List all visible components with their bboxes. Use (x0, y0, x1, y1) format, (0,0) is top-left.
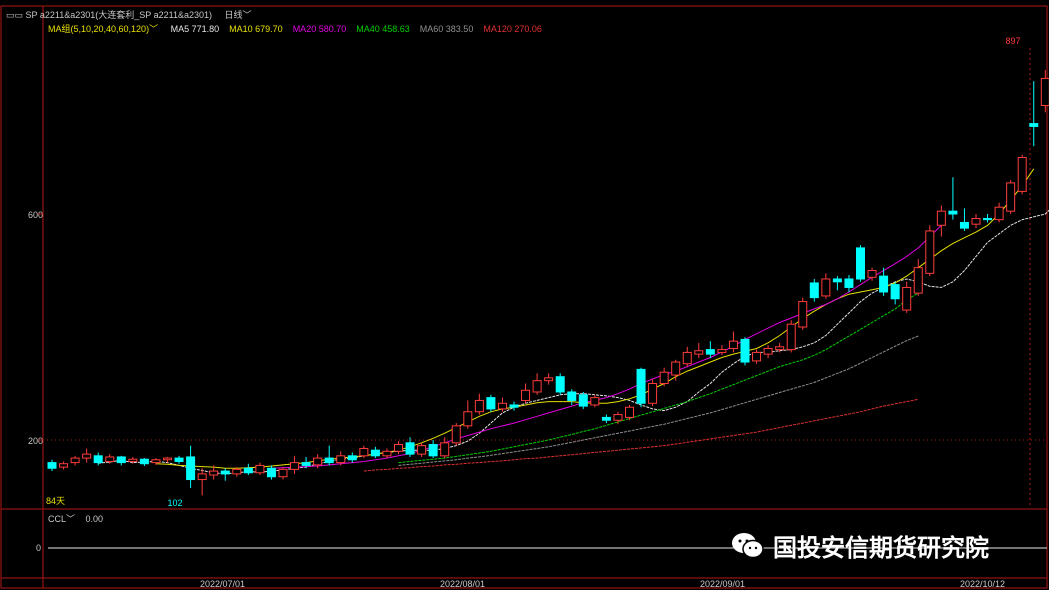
ma-group-label: MA组(5,10,20,40,60,120) (48, 24, 150, 34)
day-count-label: 84天 (46, 496, 65, 506)
watermark: 国投安信期货研究院 (731, 528, 989, 563)
candlestick-chart: 600 200 2022/07/01 2022/08/01 2022/09/01… (0, 0, 1049, 590)
y-tick-label: 600 (28, 210, 43, 220)
ma-values: MA5 771.80 MA10 679.70 MA20 580.70 MA40 458… (161, 24, 542, 34)
symbol-label: SP a2211&a2301(大连套利_SP a2211&a2301) (25, 10, 212, 20)
period-selector[interactable]: 日线﹀ (225, 10, 252, 20)
ma-value-ma10: MA10 679.70 (229, 24, 283, 34)
ma-legend: MA组(5,10,20,40,60,120)﹀ MA5 771.80 MA10 6… (48, 22, 542, 35)
ma-value-ma20: MA20 580.70 (292, 24, 347, 34)
candle (486, 394, 496, 412)
watermark-text: 国投安信期货研究院 (773, 534, 989, 562)
candle (798, 297, 808, 330)
chevron-down-icon: ﹀ (66, 514, 76, 524)
ma-value-ma60: MA60 383.50 (419, 24, 474, 34)
ma-value-ma5: MA5 771.80 (170, 24, 220, 34)
low-price-label: 102 (167, 498, 182, 508)
x-tick-label: 2022/08/01 (440, 579, 485, 589)
ccl-zero-label: 0 (36, 543, 41, 553)
candle (1006, 180, 1016, 214)
indicator-value: 0.00 (85, 514, 104, 524)
symbol-title: ▭▭ SP a2211&a2301(大连套利_SP a2211&a2301) 日… (6, 8, 252, 21)
ma-value-ma40: MA40 458.63 (356, 24, 410, 34)
candle (555, 373, 565, 395)
wechat-icon (732, 532, 764, 558)
candle (786, 320, 796, 353)
candle (740, 337, 750, 366)
x-tick-label: 2022/09/01 (700, 579, 745, 589)
candle (925, 225, 935, 277)
indicator-selector[interactable]: CCL﹀ (48, 514, 75, 524)
x-tick-label: 2022/07/01 (200, 579, 245, 589)
indicator-label: CCL (48, 514, 67, 524)
period-label: 日线 (224, 10, 243, 20)
candle (648, 378, 658, 407)
y-tick-label: 200 (28, 436, 43, 446)
candle (451, 423, 461, 446)
high-price-label: 897 (1005, 36, 1020, 46)
candle (636, 367, 646, 408)
candle (1017, 154, 1027, 195)
window-icon: ▭▭ (6, 10, 26, 20)
chevron-down-icon: ﹀ (242, 10, 252, 20)
ma-value-ma120: MA120 270.06 (483, 24, 542, 34)
candle (856, 245, 865, 282)
candle (578, 391, 588, 409)
chevron-down-icon: ﹀ (149, 24, 159, 34)
ccl-legend: CCL﹀ 0.00 (48, 512, 103, 525)
ma-group-selector[interactable]: MA组(5,10,20,40,60,120)﹀ (48, 24, 158, 34)
x-tick-label: 2022/10/12 (960, 579, 1005, 589)
